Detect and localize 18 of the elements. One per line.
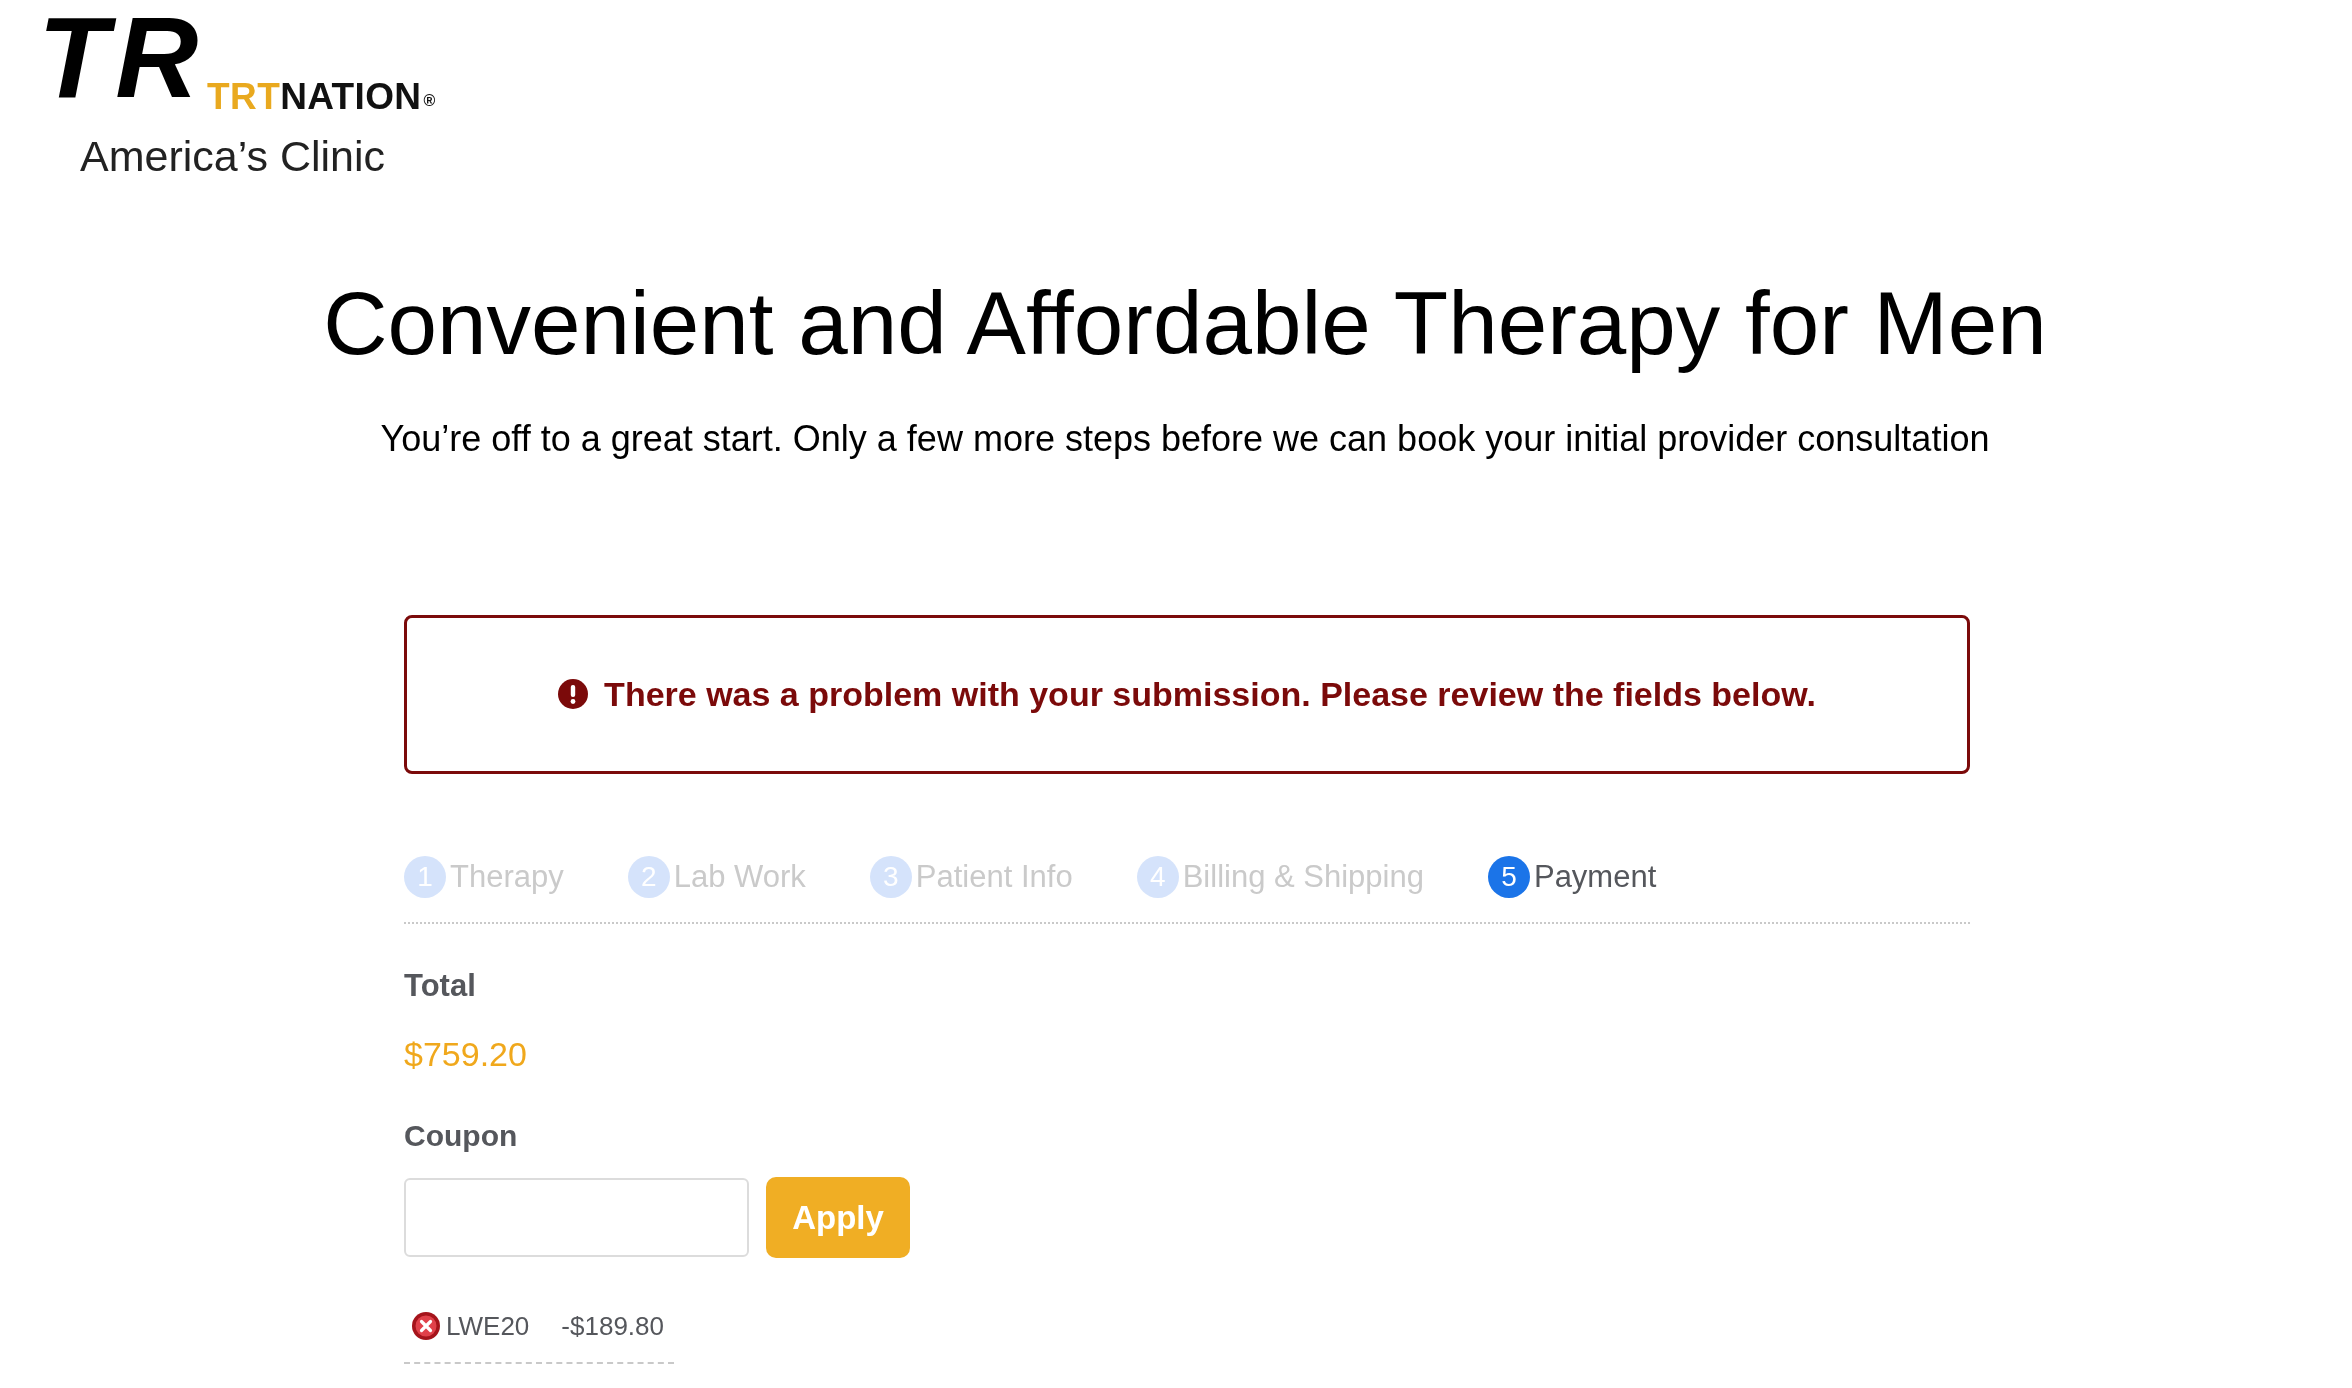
logo-monogram: TR (38, 0, 206, 115)
coupon-label: Coupon (404, 1121, 518, 1151)
error-message: There was a problem with your submission. Please review the fields below. (604, 674, 1816, 715)
logo-wordmark: TRTNATION (207, 78, 422, 115)
registered-mark: ® (423, 93, 436, 109)
page-subheading: You’re off to a great start. Only a few more steps before we can book your initial provider consultation (380, 416, 1990, 460)
exclamation-circle-icon (558, 679, 589, 710)
coupon-code: LWE20 (446, 1313, 530, 1339)
logo-tagline: America’s Clinic (80, 135, 386, 178)
step-tab[interactable]: 5 Payment (1487, 856, 1657, 898)
apply-button[interactable]: Apply (766, 1177, 910, 1258)
coupon-discount: -$189.80 (561, 1313, 664, 1339)
total-label: Total (404, 970, 476, 1001)
coupon-input-field[interactable] (404, 1178, 749, 1257)
remove-circle-icon[interactable] (412, 1312, 440, 1340)
step-number: 5 (1487, 856, 1530, 898)
page-heading: Convenient and Affordable Therapy for Men (323, 272, 2047, 375)
total-amount: $759.20 (404, 1037, 527, 1071)
